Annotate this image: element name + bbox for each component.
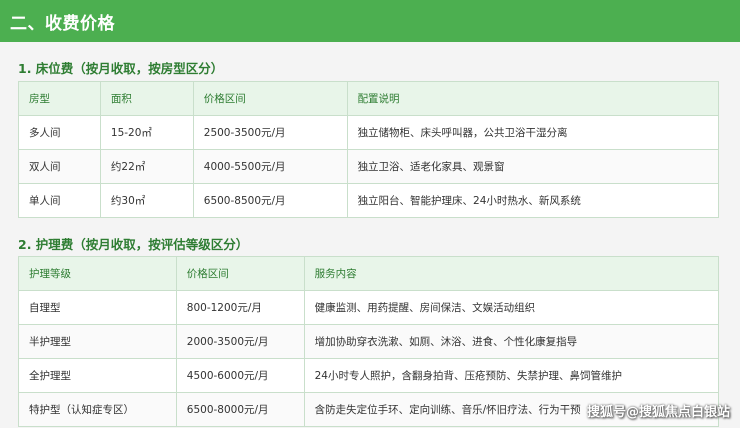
table-row: 双人间 约22㎡ 4000-5500元/月 独立卫浴、适老化家具、观景窗: [18, 149, 720, 184]
table-header-row: 护理等级 价格区间 服务内容: [18, 256, 720, 291]
column-header-room-type: 房型: [18, 81, 101, 116]
table-row: 多人间 15-20㎡ 2500-3500元/月 独立储物柜、床头呼叫器，公共卫浴…: [18, 115, 720, 150]
cell-price: 4000-5500元/月: [192, 149, 348, 184]
care-fee-heading: 2. 护理费（按月收取，按评估等级区分）: [18, 237, 249, 252]
cell-price: 2500-3500元/月: [192, 115, 348, 150]
cell-room-type: 多人间: [18, 115, 101, 150]
table-header-row: 房型 面积 价格区间 配置说明: [18, 81, 720, 116]
cell-care-level: 全护理型: [18, 358, 177, 393]
bed-fee-table: 房型 面积 价格区间 配置说明 多人间 15-20㎡ 2500-3500元/月 …: [18, 81, 720, 218]
cell-care-level: 半护理型: [18, 324, 177, 359]
cell-room-type: 双人间: [18, 149, 101, 184]
section-title: 二、收费价格: [0, 0, 740, 42]
table-row: 全护理型 4500-6000元/月 24小时专人照护，含翻身拍背、压疮预防、失禁…: [18, 358, 720, 393]
cell-service: 24小时专人照护，含翻身拍背、压疮预防、失禁护理、鼻饲管维护: [303, 358, 720, 393]
cell-service: 增加协助穿衣洗漱、如厕、沐浴、进食、个性化康复指导: [303, 324, 720, 359]
cell-price: 6500-8000元/月: [175, 392, 305, 427]
cell-care-level: 特护型（认知症专区）: [18, 392, 177, 427]
cell-service: 健康监测、用药提醒、房间保洁、文娱活动组织: [303, 290, 720, 325]
column-header-price-range: 价格区间: [192, 81, 348, 116]
column-header-area: 面积: [99, 81, 194, 116]
cell-area: 约30㎡: [99, 183, 194, 218]
column-header-care-level: 护理等级: [18, 256, 177, 291]
table-row: 自理型 800-1200元/月 健康监测、用药提醒、房间保洁、文娱活动组织: [18, 290, 720, 325]
watermark: 搜狐号@搜狐焦点白银站: [586, 405, 730, 420]
bed-fee-heading: 1. 床位费（按月收取，按房型区分）: [18, 61, 224, 76]
cell-room-type: 单人间: [18, 183, 101, 218]
column-header-configuration: 配置说明: [346, 81, 720, 116]
table-row: 单人间 约30㎡ 6500-8500元/月 独立阳台、智能护理床、24小时热水、…: [18, 183, 720, 218]
cell-price: 2000-3500元/月: [175, 324, 305, 359]
cell-configuration: 独立储物柜、床头呼叫器，公共卫浴干湿分离: [346, 115, 720, 150]
column-header-service-content: 服务内容: [303, 256, 720, 291]
cell-price: 800-1200元/月: [175, 290, 305, 325]
table-row: 半护理型 2000-3500元/月 增加协助穿衣洗漱、如厕、沐浴、进食、个性化康…: [18, 324, 720, 359]
cell-care-level: 自理型: [18, 290, 177, 325]
cell-area: 约22㎡: [99, 149, 194, 184]
column-header-price-range: 价格区间: [175, 256, 305, 291]
cell-configuration: 独立阳台、智能护理床、24小时热水、新风系统: [346, 183, 720, 218]
cell-area: 15-20㎡: [99, 115, 194, 150]
cell-price: 6500-8500元/月: [192, 183, 348, 218]
cell-price: 4500-6000元/月: [175, 358, 305, 393]
cell-configuration: 独立卫浴、适老化家具、观景窗: [346, 149, 720, 184]
